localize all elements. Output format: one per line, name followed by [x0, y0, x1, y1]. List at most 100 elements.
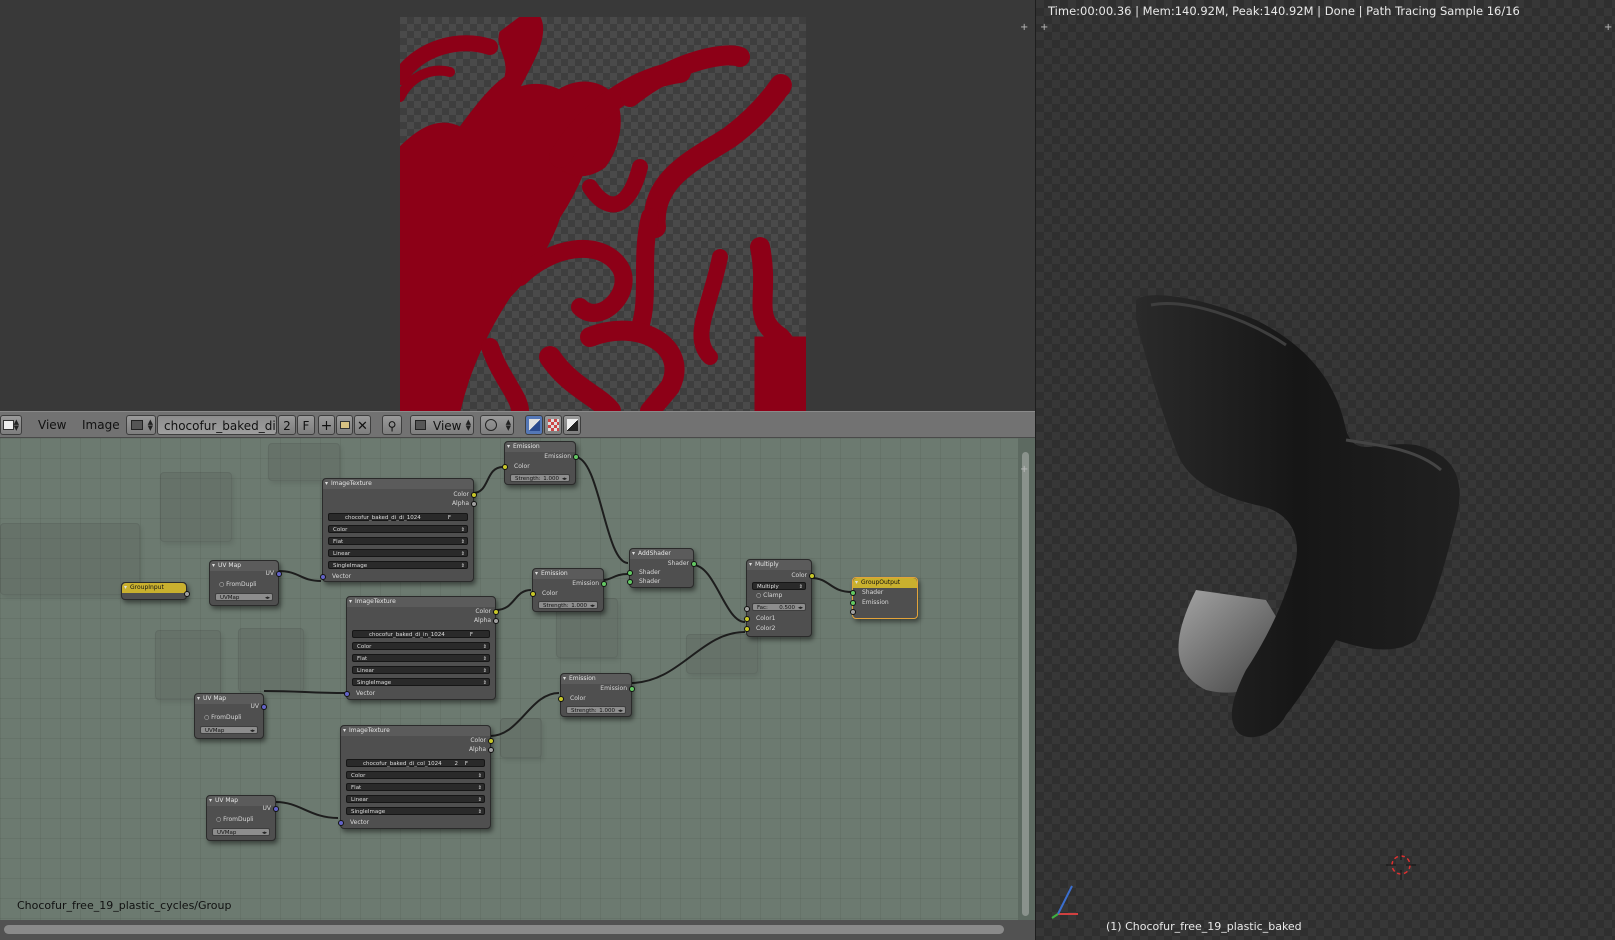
source-select[interactable]: SingleImage	[328, 561, 468, 570]
uv-output-socket[interactable]	[276, 571, 282, 577]
unlink-image-button[interactable]: ✕	[354, 415, 371, 435]
color-output-socket[interactable]	[471, 492, 477, 498]
node-group-output[interactable]: GroupOutput Shader Emission	[850, 577, 918, 619]
color-input-socket[interactable]	[502, 464, 508, 470]
alpha-output-socket[interactable]	[493, 618, 499, 624]
from-dupli-checkbox[interactable]: ○ FromDupli	[204, 713, 259, 722]
area-split-handle-icon[interactable]: +	[1020, 22, 1028, 33]
image-editor[interactable]	[0, 0, 1035, 411]
interpolation-select[interactable]: Linear	[352, 666, 490, 675]
uvmap-field[interactable]: UVMap	[200, 726, 258, 735]
editor-type-menu[interactable]: ▲ ▼	[0, 415, 22, 435]
strength-field[interactable]: Strength: 1.000	[538, 601, 598, 610]
node-uv-map-3[interactable]: UV Map UV ○ FromDupli UVMap	[206, 795, 279, 841]
node-uv-map-1[interactable]: UV Map UV ○ FromDupli UVMap	[209, 560, 282, 606]
node-uv-map-2[interactable]: UV Map UV ○ FromDupli UVMap	[194, 693, 267, 739]
image-datablock-field[interactable]: chocofur_baked_di_in_1024 F	[352, 630, 490, 638]
clamp-checkbox[interactable]: ○ Clamp	[756, 591, 807, 600]
3d-viewport[interactable]: + +	[1036, 0, 1615, 940]
node-image-texture-2[interactable]: ImageTexture Color Alpha chocofur_baked_…	[344, 596, 499, 700]
interpolation-select[interactable]: Linear	[346, 795, 485, 804]
color-space-select[interactable]: Color	[352, 642, 490, 651]
color-output-socket[interactable]	[488, 738, 494, 744]
fac-input-socket[interactable]	[744, 606, 750, 612]
alpha-output-socket[interactable]	[488, 747, 494, 753]
node-emission-2[interactable]: Emission Emission Color Strength: 1.000	[530, 568, 607, 612]
fake-user-button[interactable]: F	[297, 415, 315, 435]
projection-select[interactable]: Flat	[352, 654, 490, 663]
node-image-texture-3[interactable]: ImageTexture Color Alpha chocofur_baked_…	[338, 725, 494, 829]
node-editor[interactable]: GroupInput ImageTexture Color Alpha choc…	[0, 438, 1018, 920]
image-browse-button[interactable]: ▲ ▼	[126, 415, 156, 435]
alpha-output-socket[interactable]	[471, 501, 477, 507]
source-select[interactable]: SingleImage	[352, 678, 490, 687]
node-add-shader[interactable]: AddShader Shader Shader Shader	[627, 548, 697, 588]
uv-output-socket[interactable]	[273, 806, 279, 812]
emission-input-socket[interactable]	[850, 600, 856, 606]
alpha-channel-button[interactable]	[544, 415, 562, 435]
blend-mode-select[interactable]: Multiply	[752, 582, 806, 591]
color-space-select[interactable]: Color	[346, 771, 485, 780]
empty-input-socket[interactable]	[850, 609, 856, 615]
shader-input-socket-2[interactable]	[627, 579, 633, 585]
node-emission-3[interactable]: Emission Emission Color Strength: 1.000	[558, 673, 635, 717]
node-emission-1[interactable]: Emission Emission Color Strength: 1.000	[502, 441, 579, 485]
area-split-handle-icon[interactable]: +	[1020, 464, 1028, 475]
color-output-socket[interactable]	[809, 573, 815, 579]
area-split-handle-icon[interactable]: +	[1040, 22, 1048, 33]
color-channel-button[interactable]	[525, 415, 543, 435]
node-multiply[interactable]: Multiply Color Multiply ○ Clamp Fac: 0.50…	[744, 559, 815, 637]
3d-cursor-icon[interactable]	[1386, 850, 1416, 880]
vector-input-socket[interactable]	[344, 691, 350, 697]
vector-input-socket[interactable]	[338, 820, 344, 826]
color-input-socket[interactable]	[530, 591, 536, 597]
area-split-handle-icon[interactable]: +	[1604, 22, 1612, 33]
from-dupli-checkbox[interactable]: ○ FromDupli	[219, 580, 274, 589]
node-editor-horizontal-scrollbar[interactable]	[0, 920, 1035, 940]
image-users-count[interactable]: 2	[278, 415, 296, 435]
emission-output-socket[interactable]	[629, 686, 635, 692]
output-socket[interactable]	[184, 591, 190, 597]
scrollbar-thumb[interactable]	[4, 925, 1004, 934]
shader-input-socket[interactable]	[850, 590, 856, 596]
from-dupli-checkbox[interactable]: ○ FromDupli	[216, 815, 271, 824]
fake-user-toggle[interactable]: F	[448, 514, 451, 522]
fac-field[interactable]: Fac: 0.500	[752, 603, 806, 612]
menu-image[interactable]: Image	[82, 415, 120, 435]
color1-input-socket[interactable]	[744, 616, 750, 622]
open-image-button[interactable]	[336, 415, 353, 435]
emission-output-socket[interactable]	[601, 581, 607, 587]
z-buffer-button[interactable]	[563, 415, 581, 435]
new-image-button[interactable]: +	[318, 415, 335, 435]
color2-input-socket[interactable]	[744, 626, 750, 632]
source-select[interactable]: SingleImage	[346, 807, 485, 816]
color-output-socket[interactable]	[493, 609, 499, 615]
fake-user-toggle[interactable]: F	[465, 760, 468, 768]
interpolation-select[interactable]: Linear	[328, 549, 468, 558]
color-input-socket[interactable]	[558, 696, 564, 702]
vector-input-socket[interactable]	[320, 574, 326, 580]
node-image-texture-1[interactable]: ImageTexture Color Alpha chocofur_baked_…	[320, 478, 477, 582]
projection-select[interactable]: Flat	[346, 783, 485, 792]
node-editor-vertical-scrollbar[interactable]	[1018, 438, 1035, 920]
image-datablock-field[interactable]: chocofur_baked_di_di_1024 F	[328, 513, 468, 521]
uv-output-socket[interactable]	[261, 704, 267, 710]
image-name-field[interactable]: chocofur_baked_di_...	[157, 415, 277, 435]
display-mode-select[interactable]: View ▲ ▼	[410, 415, 474, 435]
color-space-select[interactable]: Color	[328, 525, 468, 534]
pin-button[interactable]: ⚲	[382, 415, 402, 435]
shader-input-socket-1[interactable]	[627, 570, 633, 576]
strength-field[interactable]: Strength: 1.000	[510, 474, 570, 483]
fake-user-toggle[interactable]: F	[470, 631, 473, 639]
emission-output-socket[interactable]	[573, 454, 579, 460]
projection-select[interactable]: Flat	[328, 537, 468, 546]
node-group-input[interactable]: GroupInput	[121, 582, 190, 600]
image-datablock-field[interactable]: chocofur_baked_di_col_1024 2 F	[346, 759, 485, 767]
uvmap-field[interactable]: UVMap	[215, 593, 273, 602]
shader-output-socket[interactable]	[691, 561, 697, 567]
scrollbar-thumb[interactable]	[1022, 452, 1029, 916]
menu-view[interactable]: View	[38, 415, 66, 435]
pivot-select[interactable]: ▲ ▼	[480, 415, 514, 435]
strength-field[interactable]: Strength: 1.000	[566, 706, 626, 715]
uvmap-field[interactable]: UVMap	[212, 828, 270, 837]
